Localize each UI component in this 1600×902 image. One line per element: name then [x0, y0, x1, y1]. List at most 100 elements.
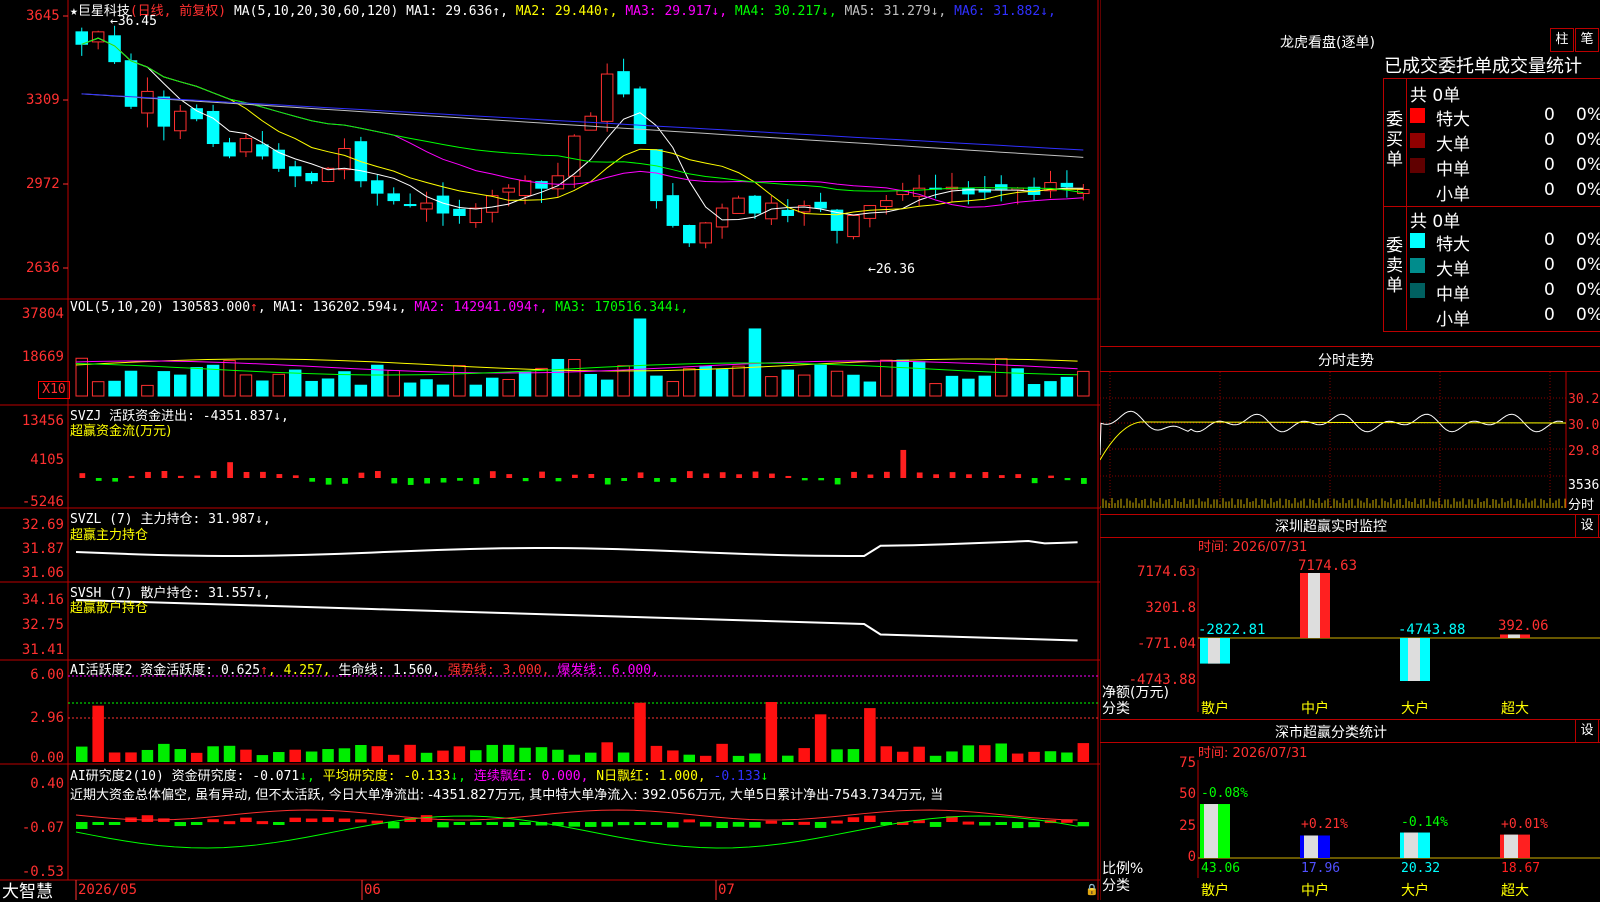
activity-bar	[568, 754, 581, 762]
research-bar	[568, 822, 581, 827]
candle-body	[715, 207, 729, 228]
volume-bar	[502, 379, 515, 397]
activity-bar	[585, 752, 597, 762]
activity-bar	[404, 744, 416, 762]
class-value-label: 18.67	[1501, 861, 1541, 876]
volume-bar	[124, 370, 138, 397]
candle-body	[256, 144, 269, 157]
volume-bar	[863, 381, 877, 397]
monitor-value-label: 392.06	[1498, 618, 1549, 634]
research-bar	[470, 822, 482, 825]
candle-body	[453, 208, 466, 216]
activity-bar	[699, 755, 712, 762]
volume-bar	[436, 384, 450, 397]
research-bar	[453, 822, 466, 825]
flow-bar	[506, 474, 513, 478]
series-value-2: MA3: 29.917↓,	[625, 4, 728, 19]
volume-bar	[600, 379, 614, 397]
volume-bar	[765, 376, 778, 397]
volume-bar	[223, 360, 236, 397]
activity-bar	[470, 750, 482, 762]
volume-bar	[650, 375, 663, 397]
activity-bar	[683, 754, 696, 762]
candle-body	[814, 201, 827, 209]
activity-bar	[1044, 751, 1057, 762]
monitor-category: 散户	[1201, 701, 1229, 717]
flow-bar	[210, 471, 217, 478]
flow-bar	[292, 475, 299, 478]
flow-bar	[834, 478, 841, 485]
candle-body	[666, 195, 680, 226]
activity-bar	[847, 749, 860, 762]
candle-body	[174, 110, 187, 132]
activity-bar	[831, 749, 843, 762]
research-bar	[617, 822, 630, 826]
research-bar	[650, 822, 663, 825]
activity-bar	[880, 746, 893, 762]
x-tick-label: 07	[718, 882, 735, 898]
candle-body	[732, 197, 745, 214]
activity-bar	[338, 748, 351, 762]
research-bar	[190, 822, 203, 825]
class-bar	[1500, 834, 1530, 858]
activity-bar	[322, 749, 334, 762]
research-bar	[962, 821, 975, 825]
research-bar	[289, 817, 301, 822]
research-bar	[76, 822, 88, 829]
activity-bar	[667, 750, 679, 762]
activity-bar	[995, 743, 1007, 762]
class-change-label: +0.21%	[1301, 817, 1348, 833]
panel-y-tick: 31.41	[21, 642, 64, 658]
activity-bar	[782, 755, 794, 762]
research-bar	[979, 822, 991, 826]
ai-research-header: AI研究度2(10) 资金研究度: -0.071↓, 平均研究度: -0.133…	[70, 765, 768, 784]
activity-bar	[207, 746, 219, 762]
ai-active-header: AI活跃度2 资金活跃度: 0.625↑, 4.257, 生命线: 1.560,…	[70, 659, 659, 678]
flow-bar	[703, 473, 710, 478]
activity-bar	[650, 745, 663, 762]
research-bar	[486, 822, 498, 825]
series-value-0: MA1: 29.636↑,	[406, 4, 508, 19]
candle-body	[617, 71, 630, 95]
volume-bar	[830, 370, 844, 397]
flow-bar	[949, 472, 956, 478]
candle-body	[223, 142, 236, 157]
flow-bar	[489, 471, 496, 478]
class-category: 散户	[1201, 883, 1229, 899]
vol-params: VOL(5,10,20)	[70, 300, 164, 315]
research-bar	[667, 822, 679, 828]
panel-y-tick: 4105	[30, 452, 64, 468]
candle-body	[863, 205, 877, 219]
flow-bar	[440, 478, 447, 483]
monitor-bar-highlight	[1208, 638, 1220, 664]
research-bar	[502, 822, 515, 827]
activity-bar	[552, 749, 564, 762]
unit-badge[interactable]: X10	[38, 381, 70, 399]
candle-body	[338, 147, 351, 171]
activity-bar	[601, 742, 613, 762]
flow-bar	[867, 474, 874, 478]
volume-bar	[666, 381, 680, 397]
panel-y-tick: 6.00	[30, 667, 64, 683]
main-y-tick: 2636	[26, 260, 60, 276]
intraday-y-tick: 30.01	[1568, 418, 1600, 433]
header-part-1: ↓,	[299, 769, 315, 784]
flow-bar	[424, 478, 431, 484]
activity-bar	[913, 746, 925, 762]
flow-bar	[998, 475, 1005, 478]
activity-bar	[798, 748, 810, 762]
volume-bar	[732, 365, 745, 397]
volume-bar	[174, 374, 187, 397]
candle-body	[847, 214, 860, 238]
research-bar	[864, 815, 876, 822]
panel-y-tick: -5246	[21, 494, 64, 510]
monitor-y-tick: 3201.8	[1145, 599, 1196, 616]
volume-bar	[256, 380, 269, 397]
volume-bar	[748, 328, 762, 397]
flow-bar	[1064, 478, 1071, 481]
series-value-1: MA2: 142941.094↑,	[414, 300, 548, 315]
monitor-xlabel: 分类	[1102, 701, 1130, 717]
panel-y-tick: 13456	[21, 413, 64, 429]
lock-icon[interactable]: 🔒	[1085, 883, 1099, 896]
activity-bar	[814, 714, 827, 762]
